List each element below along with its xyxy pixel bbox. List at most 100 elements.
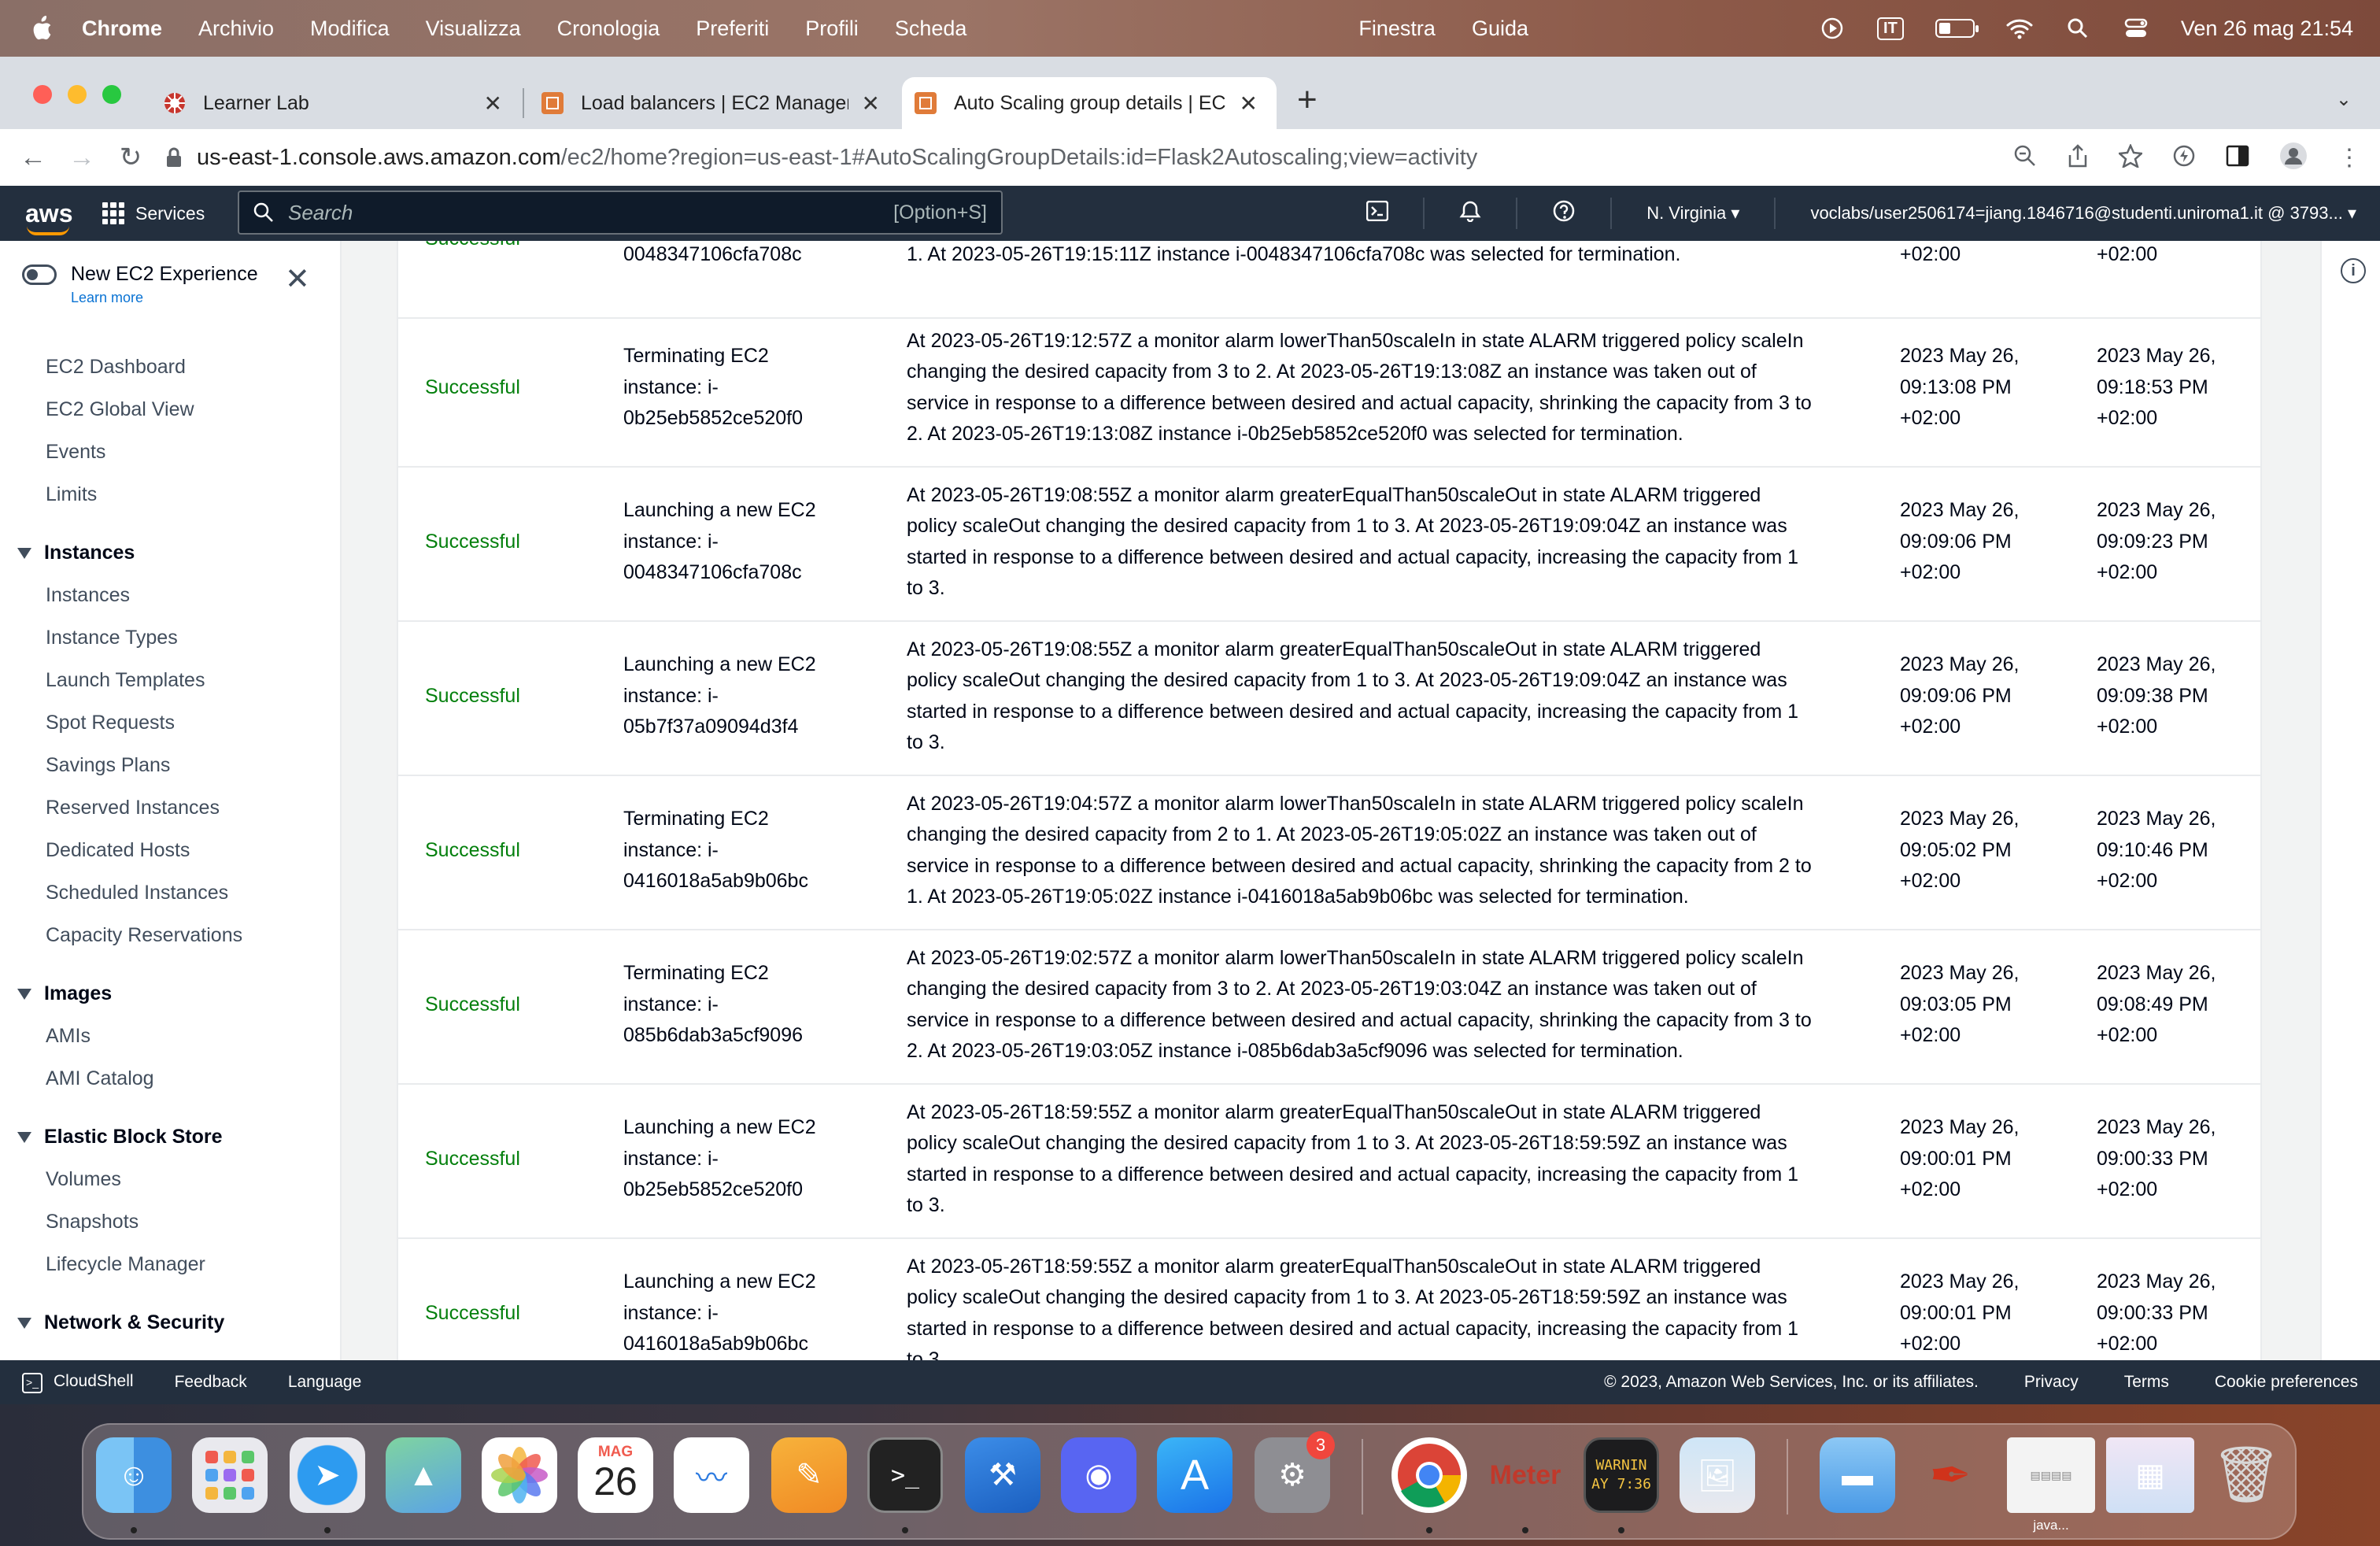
finder-icon[interactable]: ☺	[96, 1437, 172, 1513]
aws-logo[interactable]: aws	[25, 199, 72, 235]
tab-auto-scaling-group[interactable]: Auto Scaling group details | EC ✕	[902, 77, 1277, 129]
menu-preferiti[interactable]: Preferiti	[696, 17, 769, 41]
nav-amis[interactable]: AMIs	[46, 1025, 91, 1048]
privacy-link[interactable]: Privacy	[2024, 1373, 2079, 1392]
address-bar[interactable]: us-east-1.console.aws.amazon.com/ec2/hom…	[165, 145, 1477, 171]
menu-bar-clock[interactable]: Ven 26 mag 21:54	[2181, 17, 2353, 41]
bookmark-star-icon[interactable]	[2117, 142, 2144, 172]
menu-cronologia[interactable]: Cronologia	[557, 17, 660, 41]
close-tab-icon[interactable]: ✕	[862, 91, 880, 117]
nav-ec2-global-view[interactable]: EC2 Global View	[46, 398, 194, 421]
tab-search-chevron-icon[interactable]: ⌄	[2336, 88, 2352, 111]
toggle-switch[interactable]	[22, 264, 57, 285]
trash-icon[interactable]: 🗑	[2208, 1437, 2284, 1513]
preview-icon[interactable]: 🖼	[1680, 1437, 1755, 1513]
wifi-icon[interactable]	[2006, 17, 2033, 40]
pages-icon[interactable]: ✎	[771, 1437, 847, 1513]
launchpad-icon[interactable]	[192, 1437, 268, 1513]
new-tab-icon[interactable]: +	[1297, 80, 1318, 120]
play-status-icon[interactable]	[1819, 17, 1846, 40]
chrome-icon[interactable]	[1391, 1437, 1467, 1513]
feedback-link[interactable]: Feedback	[175, 1373, 247, 1392]
nav-events[interactable]: Events	[46, 441, 105, 464]
chrome-menu-icon[interactable]: ⋮	[2338, 144, 2361, 172]
nav-section-elastic-block-store[interactable]: Elastic Block Store	[17, 1126, 222, 1148]
nav-reserved-instances[interactable]: Reserved Instances	[46, 797, 220, 819]
cloudshell-icon[interactable]	[1366, 200, 1389, 226]
input-source-indicator[interactable]: IT	[1877, 17, 1904, 40]
app-store-icon[interactable]: A	[1157, 1437, 1232, 1513]
cookie-preferences-link[interactable]: Cookie preferences	[2215, 1373, 2358, 1392]
close-tab-icon[interactable]: ✕	[484, 91, 502, 117]
region-selector[interactable]: N. Virginia ▾	[1646, 203, 1739, 224]
control-center-icon[interactable]	[2123, 17, 2149, 40]
terminal-icon[interactable]: >_	[867, 1437, 943, 1513]
menu-app-name[interactable]: Chrome	[82, 17, 162, 41]
aws-search-input[interactable]: Search [Option+S]	[238, 190, 1003, 235]
nav-instance-types[interactable]: Instance Types	[46, 627, 178, 649]
share-icon[interactable]	[2067, 143, 2089, 172]
help-icon[interactable]	[1552, 199, 1576, 227]
zoom-icon[interactable]	[2013, 144, 2037, 172]
cloudshell-footer-button[interactable]: >_ CloudShell	[22, 1372, 134, 1393]
nav-snapshots[interactable]: Snapshots	[46, 1211, 139, 1233]
services-menu-button[interactable]: Services	[102, 202, 205, 224]
nav-instances[interactable]: Instances	[46, 584, 130, 607]
tab-learner-lab[interactable]: Learner Lab ✕	[162, 77, 521, 129]
freeform-icon[interactable]: 〰	[674, 1437, 749, 1513]
info-icon[interactable]: i	[2341, 258, 2366, 283]
lock-icon[interactable]	[165, 147, 183, 168]
xcode-icon[interactable]: ⚒	[965, 1437, 1040, 1513]
photos-icon[interactable]	[482, 1437, 557, 1513]
zoom-window-button[interactable]	[102, 85, 121, 104]
account-menu[interactable]: voclabs/user2506174=jiang.1846716@studen…	[1810, 203, 2356, 224]
menu-modifica[interactable]: Modifica	[310, 17, 390, 41]
system-settings-icon[interactable]: ⚙ 3	[1255, 1431, 1335, 1513]
back-arrow-icon[interactable]: ←	[17, 142, 49, 173]
jmeter-icon[interactable]: Meter	[1488, 1437, 1563, 1513]
nav-volumes[interactable]: Volumes	[46, 1168, 121, 1191]
nav-spot-requests[interactable]: Spot Requests	[46, 712, 175, 734]
discord-icon[interactable]: ◉	[1061, 1437, 1136, 1513]
nav-limits[interactable]: Limits	[46, 483, 97, 506]
close-window-button[interactable]	[33, 85, 52, 104]
notifications-bell-icon[interactable]	[1459, 200, 1481, 227]
minimize-window-button[interactable]	[68, 85, 87, 104]
nav-section-instances[interactable]: Instances	[17, 542, 135, 564]
menu-scheda[interactable]: Scheda	[895, 17, 967, 41]
java-window-thumb[interactable]: ▤▤▤▤ java...	[2007, 1437, 2095, 1533]
language-link[interactable]: Language	[288, 1373, 361, 1392]
menu-finestra[interactable]: Finestra	[1358, 17, 1436, 41]
nav-scheduled-instances[interactable]: Scheduled Instances	[46, 882, 228, 904]
nav-dedicated-hosts[interactable]: Dedicated Hosts	[46, 839, 190, 862]
terms-link[interactable]: Terms	[2124, 1373, 2169, 1392]
profile-avatar-icon[interactable]	[2279, 142, 2308, 174]
console-icon[interactable]: WARNIN AY 7:36	[1584, 1437, 1659, 1513]
nav-ec2-dashboard[interactable]: EC2 Dashboard	[46, 356, 186, 379]
safari-icon[interactable]: ➤	[290, 1437, 365, 1513]
nav-section-images[interactable]: Images	[17, 982, 112, 1005]
menu-visualizza[interactable]: Visualizza	[426, 17, 521, 41]
downloads-folder-icon[interactable]: ▬	[1820, 1437, 1895, 1513]
menu-archivio[interactable]: Archivio	[198, 17, 274, 41]
spotlight-search-icon[interactable]	[2064, 17, 2091, 40]
nav-section-network-security[interactable]: Network & Security	[17, 1311, 224, 1334]
nav-lifecycle-manager[interactable]: Lifecycle Manager	[46, 1253, 205, 1276]
nav-capacity-reservations[interactable]: Capacity Reservations	[46, 924, 242, 947]
nav-launch-templates[interactable]: Launch Templates	[46, 669, 205, 692]
side-panel-icon[interactable]	[2226, 145, 2249, 171]
extension-icon[interactable]	[2172, 144, 2196, 172]
menu-profili[interactable]: Profili	[805, 17, 859, 41]
maps-icon[interactable]: ▲	[386, 1437, 461, 1513]
menu-guida[interactable]: Guida	[1472, 17, 1528, 41]
new-ec2-experience-toggle[interactable]: New EC2 Experience	[22, 263, 258, 286]
learn-more-link[interactable]: Learn more	[71, 290, 143, 306]
close-nav-icon[interactable]: ✕	[285, 261, 310, 297]
nav-savings-plans[interactable]: Savings Plans	[46, 754, 170, 777]
battery-icon[interactable]	[1935, 19, 1979, 38]
feather-icon[interactable]: ✒	[1913, 1437, 1988, 1513]
screenshot-thumb[interactable]: ▦	[2106, 1437, 2194, 1513]
forward-arrow-icon[interactable]: →	[66, 142, 98, 173]
close-tab-icon[interactable]: ✕	[1240, 91, 1258, 117]
nav-ami-catalog[interactable]: AMI Catalog	[46, 1067, 154, 1090]
